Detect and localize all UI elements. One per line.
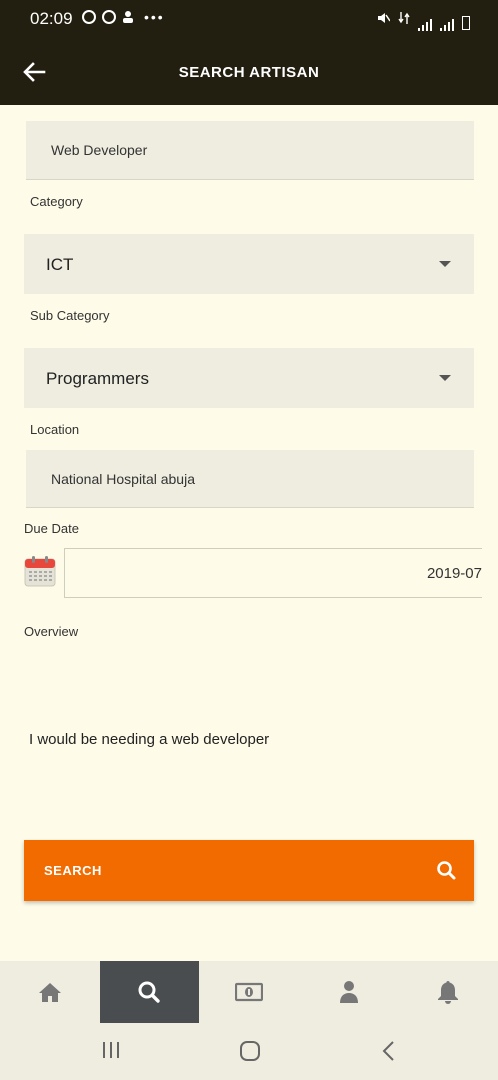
signal-icon	[440, 18, 454, 31]
job-title-value: Web Developer	[51, 142, 148, 158]
due-date-value: 2019-07	[426, 565, 482, 582]
status-system-icons	[376, 11, 470, 31]
location-value: National Hospital abuja	[51, 471, 195, 487]
search-button-label: SEARCH	[44, 863, 102, 878]
notification-icon	[122, 10, 134, 29]
signal-icon	[418, 18, 432, 31]
recent-apps-button[interactable]	[101, 1040, 121, 1065]
home-button[interactable]	[239, 1040, 261, 1067]
sub-category-selected-value: Programmers	[46, 369, 149, 388]
overview-value: I would be needing a web developer	[29, 731, 270, 748]
page-title: SEARCH ARTISAN	[178, 64, 320, 81]
nav-home[interactable]	[0, 961, 100, 1023]
recent-apps-icon	[103, 1042, 119, 1058]
home-circle-icon	[240, 1041, 260, 1061]
category-select[interactable]: ICT	[24, 234, 474, 294]
nav-search[interactable]	[99, 961, 200, 1023]
system-back-button[interactable]	[380, 1040, 398, 1067]
bell-icon	[438, 981, 459, 1004]
search-icon	[437, 861, 456, 880]
due-date-row: 2019-07	[20, 548, 482, 598]
chevron-down-icon	[439, 261, 451, 267]
person-icon	[339, 981, 358, 1003]
category-label: Category	[30, 194, 83, 209]
money-icon	[234, 982, 263, 1002]
search-button[interactable]: SEARCH	[24, 840, 474, 901]
notification-icon	[102, 10, 116, 24]
notification-icon	[82, 10, 96, 24]
more-notifications-icon: •••	[144, 9, 165, 25]
due-date-label: Due Date	[24, 521, 79, 536]
location-label: Location	[30, 422, 80, 437]
nav-profile[interactable]	[299, 961, 399, 1023]
sub-category-label: Sub Category	[30, 308, 110, 323]
system-navigation-bar	[0, 1023, 498, 1080]
bottom-navigation	[0, 961, 498, 1023]
calendar-icon[interactable]	[24, 556, 56, 588]
status-bar: 02:09 •••	[0, 0, 498, 38]
nav-notifications[interactable]	[398, 961, 498, 1023]
due-date-input[interactable]: 2019-07	[64, 548, 482, 598]
data-icon	[398, 11, 410, 30]
battery-icon	[462, 16, 470, 30]
search-icon	[138, 981, 161, 1003]
chevron-down-icon	[439, 375, 451, 381]
overview-label: Overview	[24, 624, 79, 639]
status-time: 02:09	[30, 9, 73, 28]
category-selected-value: ICT	[46, 255, 74, 274]
job-title-field[interactable]: Web Developer	[26, 121, 474, 180]
app-bar: SEARCH ARTISAN	[0, 38, 498, 105]
status-notification-icons: •••	[82, 10, 165, 29]
mute-icon	[376, 11, 391, 30]
sub-category-select[interactable]: Programmers	[24, 348, 474, 408]
nav-payment[interactable]	[199, 961, 299, 1023]
location-field[interactable]: National Hospital abuja	[26, 450, 474, 508]
chevron-left-icon	[382, 1041, 394, 1061]
home-icon	[38, 983, 61, 1002]
